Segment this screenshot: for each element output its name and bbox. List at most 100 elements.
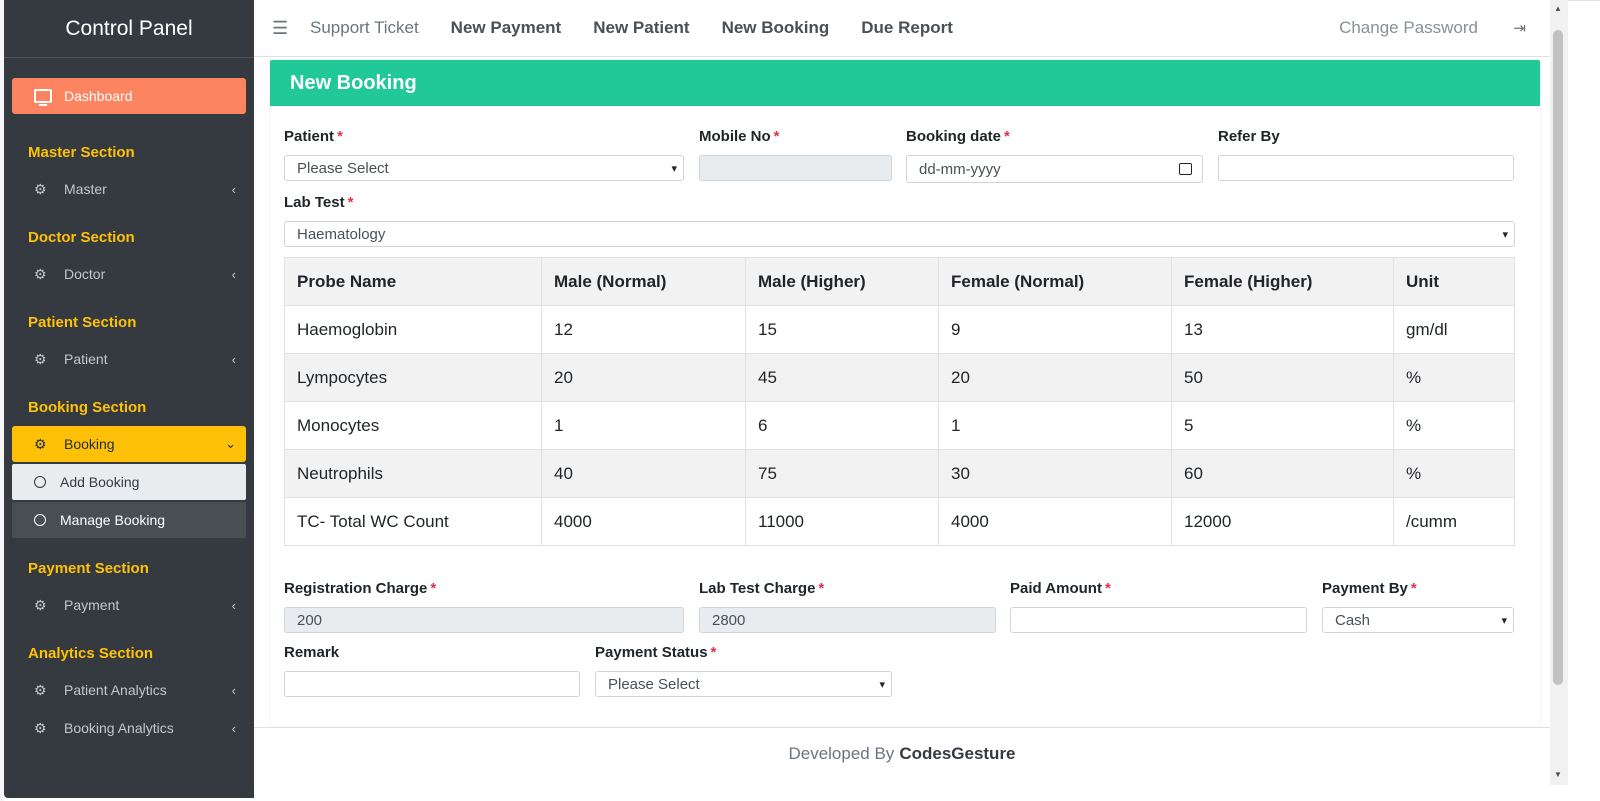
chevron-down-icon: ▾	[879, 678, 885, 691]
hamburger-menu-icon[interactable]: ☰	[272, 18, 288, 39]
table-cell: 15	[745, 305, 939, 354]
table-header: Female (Higher)	[1171, 257, 1394, 306]
table-cell: %	[1393, 353, 1515, 402]
table-cell: TC- Total WC Count	[284, 497, 542, 546]
table-cell: 50	[1171, 353, 1394, 402]
table-header-row: Probe Name Male (Normal) Male (Higher) F…	[284, 257, 1515, 306]
remark-input[interactable]	[284, 671, 580, 697]
label-text: Registration Charge	[284, 580, 428, 597]
chevron-left-icon: ‹	[231, 682, 236, 698]
required-mark: *	[1410, 580, 1417, 597]
table-header: Unit	[1393, 257, 1515, 306]
sidebar-sub-label: Add Booking	[60, 474, 140, 490]
sidebar-item-label: Patient	[64, 351, 108, 367]
gear-icon: ⚙	[34, 265, 47, 282]
scroll-up-icon[interactable]: ▲	[1554, 4, 1562, 13]
required-mark: *	[1004, 128, 1010, 145]
nav-link-new-payment[interactable]: New Payment	[451, 18, 562, 38]
table-cell: gm/dl	[1393, 305, 1515, 354]
table-cell: Haemoglobin	[284, 305, 542, 354]
monitor-icon	[34, 89, 52, 106]
sidebar-item-booking-analytics[interactable]: ⚙ Booking Analytics ‹	[12, 710, 246, 746]
sidebar-sub-add-booking[interactable]: Add Booking	[12, 464, 246, 500]
chevron-left-icon: ‹	[231, 597, 236, 613]
circle-icon	[34, 514, 46, 526]
section-title-master: Master Section	[28, 144, 135, 161]
payment-by-label: Payment By *	[1322, 580, 1417, 597]
lab-test-charge-label: Lab Test Charge *	[699, 580, 824, 597]
table-cell: Monocytes	[284, 401, 542, 450]
paid-amount-input[interactable]	[1010, 607, 1307, 633]
lab-test-charge-field[interactable]: 2800	[699, 607, 996, 633]
nav-link-new-booking[interactable]: New Booking	[722, 18, 830, 38]
sidebar-item-payment[interactable]: ⚙ Payment ‹	[12, 587, 246, 623]
probe-table: Probe Name Male (Normal) Male (Higher) F…	[284, 257, 1515, 546]
change-password-link[interactable]: Change Password	[1339, 18, 1478, 38]
chevron-left-icon: ‹	[231, 720, 236, 736]
payment-by-select[interactable]: Cash ▾	[1322, 607, 1514, 633]
patient-select[interactable]: Please Select ▾	[284, 155, 684, 181]
gear-icon: ⚙	[34, 681, 47, 698]
sidebar-sub-manage-booking[interactable]: Manage Booking	[12, 502, 246, 538]
table-row: Haemoglobin 12 15 9 13 gm/dl	[284, 305, 1515, 354]
sidebar-item-booking[interactable]: ⚙ Booking ⌄	[12, 426, 246, 462]
lab-test-select[interactable]: Haematology ▾	[284, 221, 1515, 247]
scroll-down-icon[interactable]: ▼	[1554, 770, 1562, 779]
table-row: Neutrophils 40 75 30 60 %	[284, 449, 1515, 498]
section-title-booking: Booking Section	[28, 399, 147, 416]
table-cell: 12	[541, 305, 746, 354]
gear-icon: ⚙	[34, 350, 47, 367]
top-navbar: ☰ Support Ticket New Payment New Patient…	[254, 0, 1550, 57]
table-cell: Lympocytes	[284, 353, 542, 402]
patient-label: Patient *	[284, 128, 343, 145]
registration-charge-field[interactable]: 200	[284, 607, 684, 633]
brand-title[interactable]: Control Panel	[4, 0, 254, 58]
required-mark: *	[337, 128, 343, 145]
sidebar-item-patient-analytics[interactable]: ⚙ Patient Analytics ‹	[12, 672, 246, 708]
table-cell: %	[1393, 449, 1515, 498]
table-cell: 5	[1171, 401, 1394, 450]
table-cell: 20	[938, 353, 1172, 402]
footer-brand[interactable]: CodesGesture	[899, 744, 1015, 764]
mobile-field[interactable]	[699, 155, 892, 181]
section-title-patient: Patient Section	[28, 314, 137, 331]
table-cell: 1	[541, 401, 746, 450]
payment-status-select[interactable]: Please Select ▾	[595, 671, 892, 697]
select-value: Please Select	[297, 159, 389, 177]
calendar-icon[interactable]	[1179, 163, 1192, 175]
page-scrollbar[interactable]: ▲ ▼	[1550, 0, 1568, 785]
table-cell: 6	[745, 401, 939, 450]
nav-link-due-report[interactable]: Due Report	[861, 18, 953, 38]
nav-link-support-ticket[interactable]: Support Ticket	[310, 18, 419, 38]
label-text: Payment By	[1322, 580, 1408, 597]
sidebar-item-label: Patient Analytics	[64, 682, 167, 698]
table-header: Male (Normal)	[541, 257, 746, 306]
label-text: Booking date	[906, 128, 1002, 145]
booking-date-label: Booking date *	[906, 128, 1010, 145]
table-cell: 45	[745, 353, 939, 402]
table-header: Female (Normal)	[938, 257, 1172, 306]
chevron-down-icon: ▾	[671, 162, 677, 175]
refer-by-label: Refer By	[1218, 128, 1280, 145]
label-text: Lab Test	[284, 194, 345, 211]
booking-date-input[interactable]: dd-mm-yyyy	[906, 155, 1203, 183]
scrollbar-thumb[interactable]	[1553, 30, 1563, 685]
section-title-doctor: Doctor Section	[28, 229, 135, 246]
sidebar-item-patient[interactable]: ⚙ Patient ‹	[12, 341, 246, 377]
circle-icon	[34, 476, 46, 488]
logout-icon[interactable]: ⇥	[1513, 19, 1526, 37]
nav-link-new-patient[interactable]: New Patient	[593, 18, 689, 38]
table-cell: 30	[938, 449, 1172, 498]
gear-icon: ⚙	[34, 719, 47, 736]
sidebar-item-label: Doctor	[64, 266, 106, 282]
chevron-down-icon: ⌄	[225, 436, 236, 451]
card-title: New Booking	[270, 60, 1540, 106]
select-value: Please Select	[608, 675, 700, 693]
sidebar-item-doctor[interactable]: ⚙ Doctor ‹	[12, 256, 246, 292]
table-cell: 4000	[938, 497, 1172, 546]
refer-by-input[interactable]	[1218, 155, 1514, 181]
sidebar-item-master[interactable]: ⚙ Master ‹	[12, 171, 246, 207]
sidebar-item-dashboard[interactable]: Dashboard	[12, 78, 246, 114]
table-row: Lympocytes 20 45 20 50 %	[284, 353, 1515, 402]
input-value: 2800	[712, 611, 746, 629]
